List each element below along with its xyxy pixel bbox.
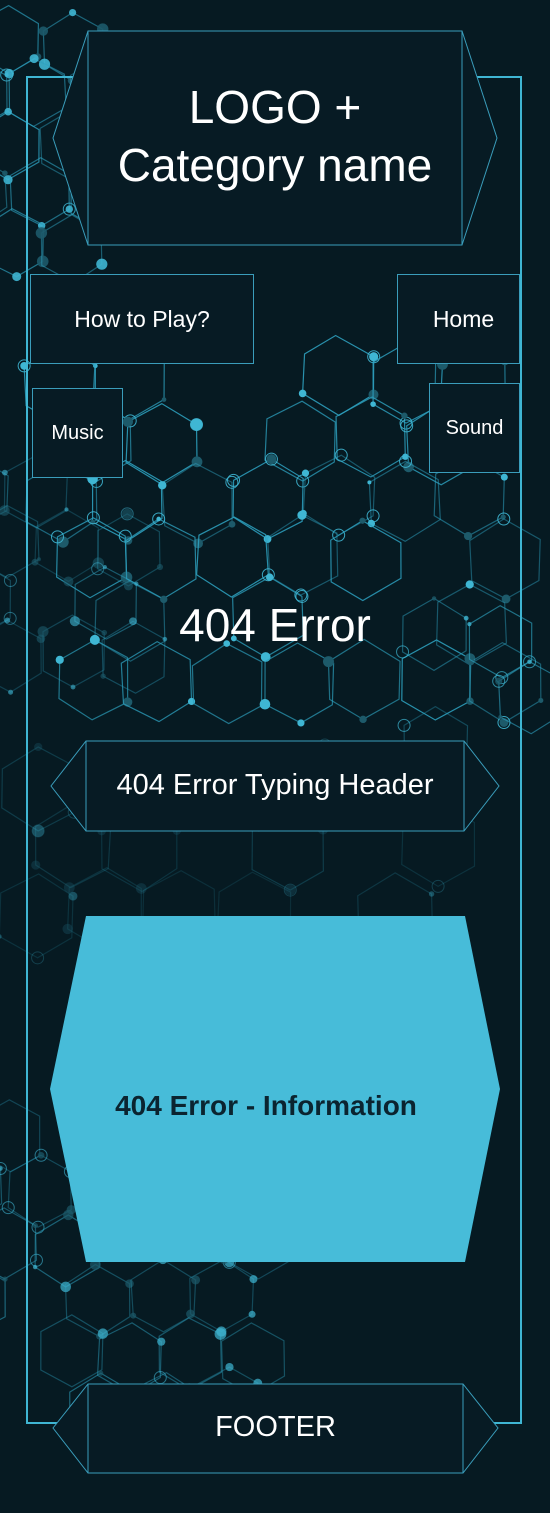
logo-text: LOGO + Category name [88,78,462,194]
information-text: 404 Error - Information [115,1090,417,1121]
typing-header: 404 Error Typing Header [116,769,434,801]
logo-category-name: Category name [117,139,433,191]
how-to-play-button[interactable]: How to Play? [30,274,254,364]
network-node [1,469,8,476]
logo-line-1: LOGO + [188,81,362,133]
home-label: Home [432,305,495,332]
home-button[interactable]: Home [397,274,520,364]
how-to-play-label: How to Play? [74,305,210,332]
sound-button[interactable]: Sound [429,383,520,473]
network-node [12,272,22,282]
music-button[interactable]: Music [32,388,123,478]
network-node [538,697,544,703]
network-node [8,689,14,695]
music-label: Music [51,421,104,444]
network-node [527,659,532,665]
error-title: 404 Error [179,599,371,651]
network-hexagon [0,1275,6,1321]
network-node [2,1276,8,1282]
footer-label: FOOTER [215,1411,336,1443]
sound-label: Sound [445,416,504,439]
